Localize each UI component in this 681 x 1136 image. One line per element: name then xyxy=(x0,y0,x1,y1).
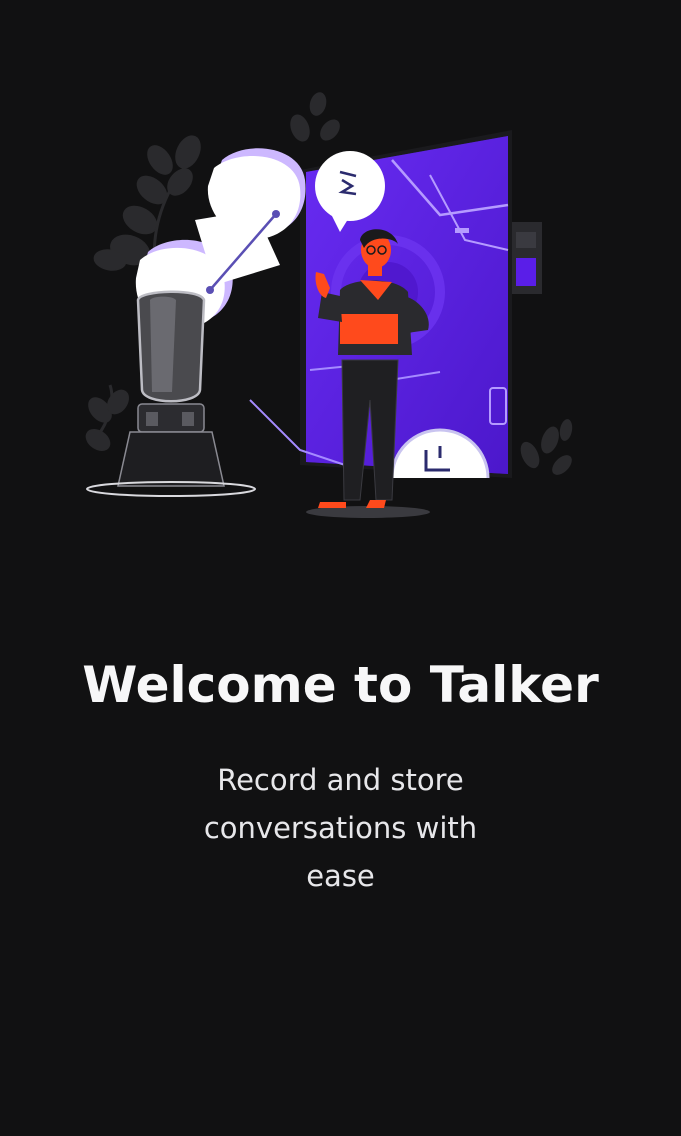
foliage-top-icon xyxy=(290,92,340,142)
side-panel xyxy=(512,222,542,294)
welcome-title: Welcome to Talker xyxy=(82,656,599,714)
foliage-right-icon xyxy=(520,419,573,475)
onboarding-screen: Welcome to Talker Record and store conve… xyxy=(0,0,681,1136)
welcome-subtitle: Record and store conversations with ease xyxy=(203,763,478,893)
hero-illustration xyxy=(0,0,681,560)
